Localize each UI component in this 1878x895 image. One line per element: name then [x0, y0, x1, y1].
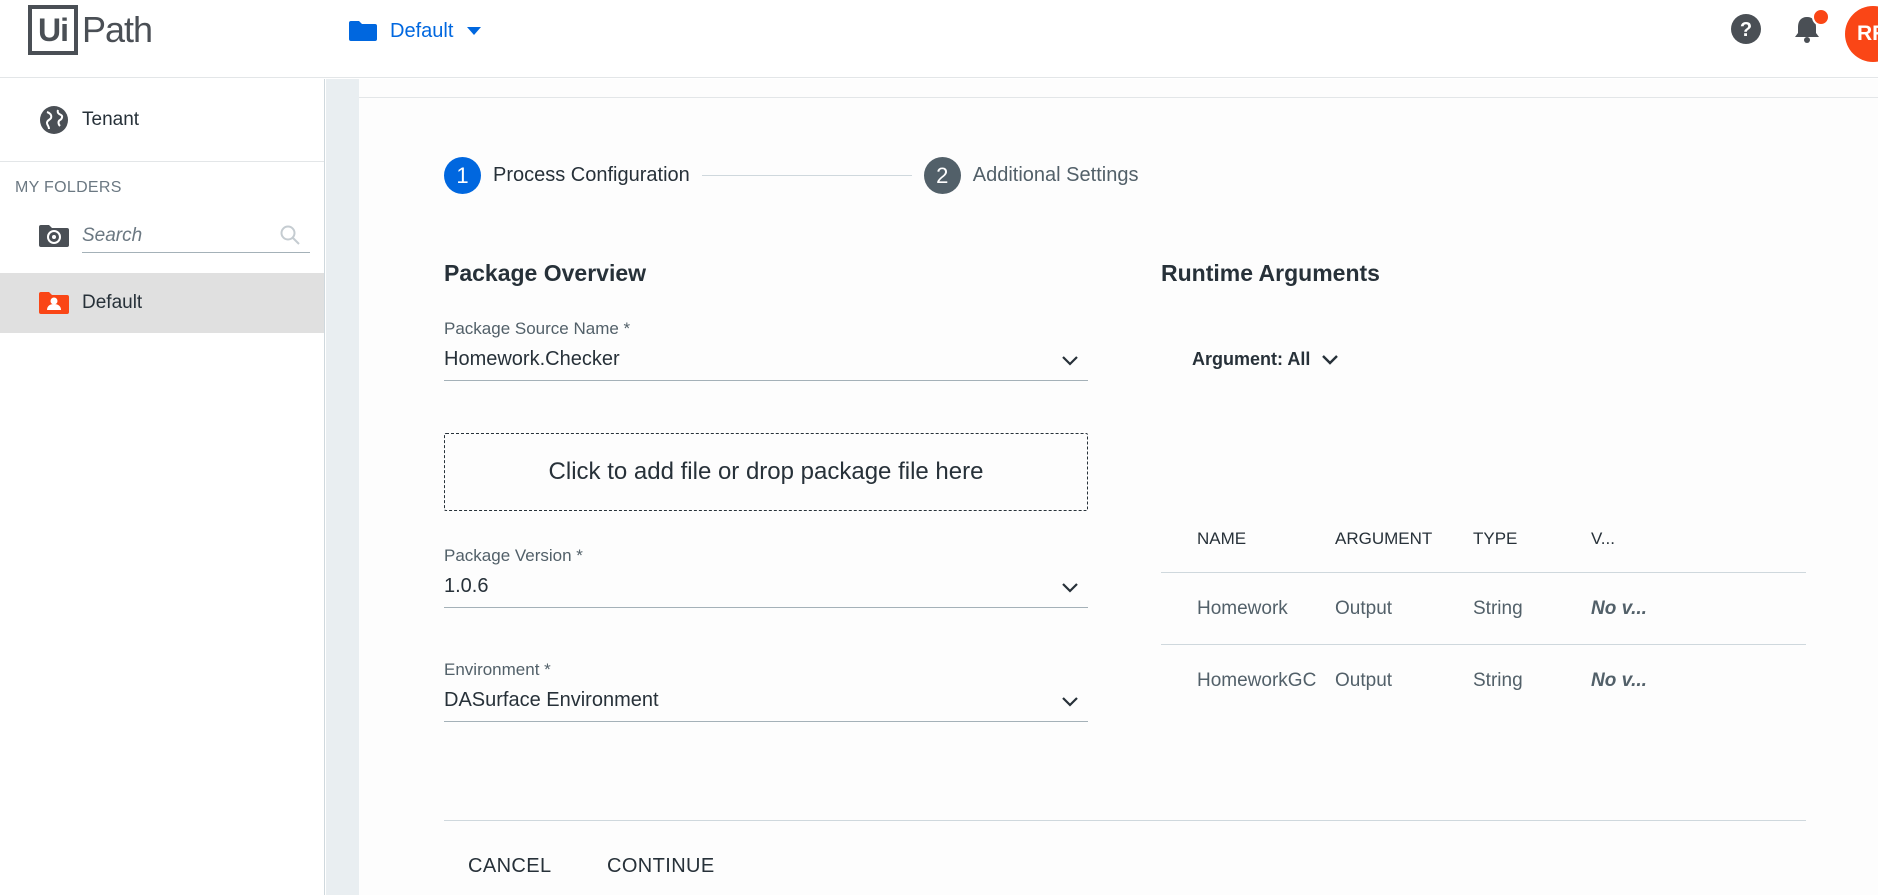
folder-search-row: [38, 219, 310, 253]
section-heading: MY FOLDERS: [15, 179, 122, 196]
continue-button[interactable]: CONTINUE: [607, 855, 715, 878]
cell-argument: Output: [1335, 670, 1393, 691]
notification-badge: [1812, 8, 1830, 26]
sidebar-item-label: Tenant: [82, 109, 140, 130]
cell-name: HomeworkGC: [1197, 670, 1317, 691]
chevron-down-icon: [1062, 356, 1078, 366]
table-row[interactable]: HomeworkGC Output String No v...: [1161, 645, 1806, 717]
stepper: 1 Process Configuration 2 Additional Set…: [444, 157, 1138, 194]
scroll-gutter: [326, 79, 359, 895]
environment-field: Environment * DASurface Environment: [444, 660, 1088, 722]
cell-argument: Output: [1335, 597, 1393, 619]
table-header: NAME ARGUMENT TYPE V...: [1161, 505, 1806, 573]
cell-value[interactable]: No v...: [1591, 670, 1647, 692]
column-header-value[interactable]: V...: [1591, 529, 1615, 549]
uipath-logo[interactable]: Ui Path: [28, 5, 153, 55]
select-value: 1.0.6: [444, 575, 489, 597]
sidebar: Tenant MY FOLDERS Default: [0, 79, 325, 895]
runtime-arguments-table: NAME ARGUMENT TYPE V... Homework Output …: [1161, 505, 1806, 717]
sidebar-item-default-folder[interactable]: Default: [0, 273, 324, 333]
package-file-dropzone[interactable]: Click to add file or drop package file h…: [444, 433, 1088, 511]
column-header-name[interactable]: NAME: [1197, 529, 1246, 549]
folder-picker-label: Default: [390, 19, 454, 42]
cell-type: String: [1473, 670, 1523, 691]
column-header-type[interactable]: TYPE: [1473, 529, 1517, 549]
step-2-number[interactable]: 2: [923, 157, 961, 194]
argument-filter-label: Argument: All: [1192, 349, 1311, 369]
sidebar-item-tenant[interactable]: Tenant: [0, 79, 324, 162]
search-field: [82, 219, 310, 253]
field-label: Environment *: [444, 660, 551, 679]
help-circle-icon[interactable]: ?: [1729, 12, 1763, 46]
column-header-argument[interactable]: ARGUMENT: [1335, 529, 1432, 549]
argument-filter-dropdown[interactable]: Argument: All: [1192, 349, 1340, 370]
user-folder-icon: [39, 292, 69, 314]
main-content: 1 Process Configuration 2 Additional Set…: [359, 79, 1878, 895]
logo-box: Ui: [28, 5, 78, 55]
package-source-name-field: Package Source Name * Homework.Checker: [444, 319, 1088, 381]
cell-value[interactable]: No v...: [1591, 598, 1647, 620]
folder-picker[interactable]: Default: [348, 14, 482, 48]
step-2-label[interactable]: Additional Settings: [973, 164, 1139, 187]
chevron-down-icon: [1062, 697, 1078, 707]
field-label: Package Version *: [444, 546, 583, 565]
select-value: Homework.Checker: [444, 348, 620, 370]
folder-icon: [349, 21, 377, 41]
stepper-connector: [701, 175, 912, 176]
globe-icon: [40, 106, 68, 134]
step-1-number[interactable]: 1: [444, 157, 481, 194]
chevron-down-icon: [1322, 354, 1339, 365]
search-input[interactable]: [82, 219, 310, 252]
environment-select[interactable]: DASurface Environment: [444, 680, 1088, 722]
logo-text-left: Ui: [38, 11, 69, 48]
package-version-field: Package Version * 1.0.6: [444, 546, 1088, 608]
table-row[interactable]: Homework Output String No v...: [1161, 573, 1806, 645]
field-label: Package Source Name *: [444, 319, 631, 338]
runtime-arguments-title: Runtime Arguments: [1161, 260, 1380, 286]
cancel-button[interactable]: CANCEL: [468, 855, 552, 878]
svg-text:?: ?: [1740, 19, 1752, 41]
package-overview-title: Package Overview: [444, 260, 647, 286]
avatar[interactable]: RF: [1845, 6, 1878, 62]
search-icon[interactable]: [278, 223, 302, 247]
chevron-down-icon: [1062, 583, 1078, 593]
step-1-label[interactable]: Process Configuration: [493, 164, 690, 187]
divider: [359, 97, 1878, 98]
folder-target-icon: [39, 225, 69, 247]
footer-divider: [444, 820, 1806, 821]
cell-name: Homework: [1197, 597, 1288, 619]
select-value: DASurface Environment: [444, 689, 659, 711]
sidebar-item-label: Default: [82, 292, 143, 313]
package-source-name-select[interactable]: Homework.Checker: [444, 339, 1088, 381]
chevron-down-icon: [467, 27, 482, 35]
top-header: Ui Path Default ? RF: [0, 0, 1878, 78]
cell-type: String: [1473, 597, 1523, 619]
package-version-select[interactable]: 1.0.6: [444, 566, 1088, 608]
logo-text-right: Path: [82, 9, 153, 50]
